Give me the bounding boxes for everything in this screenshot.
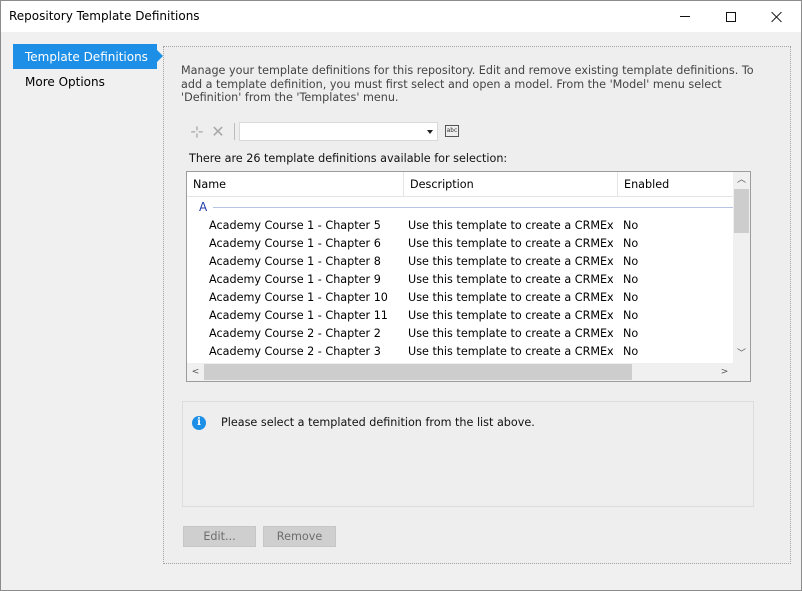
table-row[interactable]: Academy Course 1 - Chapter 6 Use this te…	[187, 235, 733, 253]
add-template-icon[interactable]: ⊹	[189, 124, 205, 140]
group-letter: A	[199, 200, 208, 214]
row-name: Academy Course 1 - Chapter 11	[209, 309, 388, 322]
delete-icon[interactable]: ✕	[210, 124, 226, 140]
row-name: Academy Course 2 - Chapter 2	[209, 327, 381, 340]
horizontal-scrollbar[interactable]: < >	[187, 363, 733, 381]
table-row[interactable]: Academy Course 1 - Chapter 11 Use this t…	[187, 307, 733, 325]
row-name: Academy Course 1 - Chapter 8	[209, 255, 381, 268]
vertical-scrollbar[interactable]: ︿ ﹀	[733, 172, 750, 363]
row-description: Use this template to create a CRMExer...	[408, 291, 613, 304]
row-description: Use this template to create a CRMExer...	[408, 309, 613, 322]
row-name: Academy Course 2 - Chapter 3	[209, 345, 381, 358]
row-enabled: No	[623, 255, 639, 268]
minimize-button[interactable]	[662, 1, 708, 32]
info-message: Please select a templated definition fro…	[221, 416, 535, 429]
maximize-button[interactable]	[708, 1, 754, 32]
row-enabled: No	[623, 345, 639, 358]
close-icon	[771, 11, 783, 23]
toolbar-separator	[234, 123, 235, 140]
row-description: Use this template to create a CRMExer...	[408, 327, 613, 340]
row-description: Use this template to create a CRMExer...	[408, 219, 613, 232]
chevron-down-icon	[427, 130, 433, 134]
scroll-right-icon[interactable]: >	[716, 363, 733, 381]
scroll-up-icon[interactable]: ︿	[733, 172, 750, 189]
column-header-name[interactable]: Name	[187, 172, 404, 197]
row-description: Use this template to create a CRMExer...	[408, 345, 613, 358]
row-name: Academy Course 1 - Chapter 6	[209, 237, 381, 250]
scrollbar-corner	[733, 363, 750, 381]
info-icon: i	[192, 416, 206, 430]
vertical-scroll-thumb[interactable]	[734, 189, 749, 233]
list-header: Name Description Enabled	[187, 172, 733, 197]
intro-text: Manage your template definitions for thi…	[181, 64, 754, 104]
remove-button[interactable]: Remove	[263, 526, 336, 547]
row-enabled: No	[623, 309, 639, 322]
group-header[interactable]: A	[187, 198, 733, 216]
window-title: Repository Template Definitions	[9, 9, 200, 23]
sidebar-item-label: Template Definitions	[25, 50, 148, 64]
table-row[interactable]: Academy Course 2 - Chapter 3 Use this te…	[187, 343, 733, 361]
minimize-icon	[680, 16, 690, 17]
row-enabled: No	[623, 291, 639, 304]
table-row[interactable]: Academy Course 1 - Chapter 9 Use this te…	[187, 271, 733, 289]
table-row[interactable]: Academy Course 2 - Chapter 2 Use this te…	[187, 325, 733, 343]
table-row[interactable]: Academy Course 1 - Chapter 10 Use this t…	[187, 289, 733, 307]
row-enabled: No	[623, 219, 639, 232]
edit-button[interactable]: Edit...	[183, 526, 256, 547]
scroll-left-icon[interactable]: <	[187, 363, 204, 381]
table-row[interactable]: Academy Course 1 - Chapter 8 Use this te…	[187, 253, 733, 271]
group-divider	[213, 207, 733, 208]
row-name: Academy Course 1 - Chapter 5	[209, 219, 381, 232]
template-list[interactable]: Name Description Enabled A Academy Cours…	[186, 171, 751, 382]
row-description: Use this template to create a CRMExer...	[408, 237, 613, 250]
sidebar-item-more-options[interactable]: More Options	[13, 69, 153, 94]
close-button[interactable]	[754, 1, 800, 32]
template-count-label: There are 26 template definitions availa…	[189, 152, 508, 165]
table-row[interactable]: Academy Course 1 - Chapter 5 Use this te…	[187, 217, 733, 235]
column-header-description[interactable]: Description	[404, 172, 618, 197]
maximize-icon	[726, 11, 736, 22]
row-enabled: No	[623, 237, 639, 250]
sidebar-item-label: More Options	[25, 75, 105, 89]
row-description: Use this template to create a CRMExer...	[408, 255, 613, 268]
filter-combobox[interactable]	[239, 122, 438, 141]
row-name: Academy Course 1 - Chapter 9	[209, 273, 381, 286]
row-name: Academy Course 1 - Chapter 10	[209, 291, 388, 304]
spell-check-icon[interactable]: abc	[445, 125, 459, 137]
title-bar: Repository Template Definitions	[1, 1, 801, 32]
row-enabled: No	[623, 327, 639, 340]
row-description: Use this template to create a CRMExer...	[408, 273, 613, 286]
row-enabled: No	[623, 273, 639, 286]
sidebar-item-template-definitions[interactable]: Template Definitions	[13, 44, 163, 69]
scroll-down-icon[interactable]: ﹀	[733, 346, 750, 363]
column-header-enabled[interactable]: Enabled	[618, 172, 733, 197]
horizontal-scroll-thumb[interactable]	[204, 364, 632, 380]
